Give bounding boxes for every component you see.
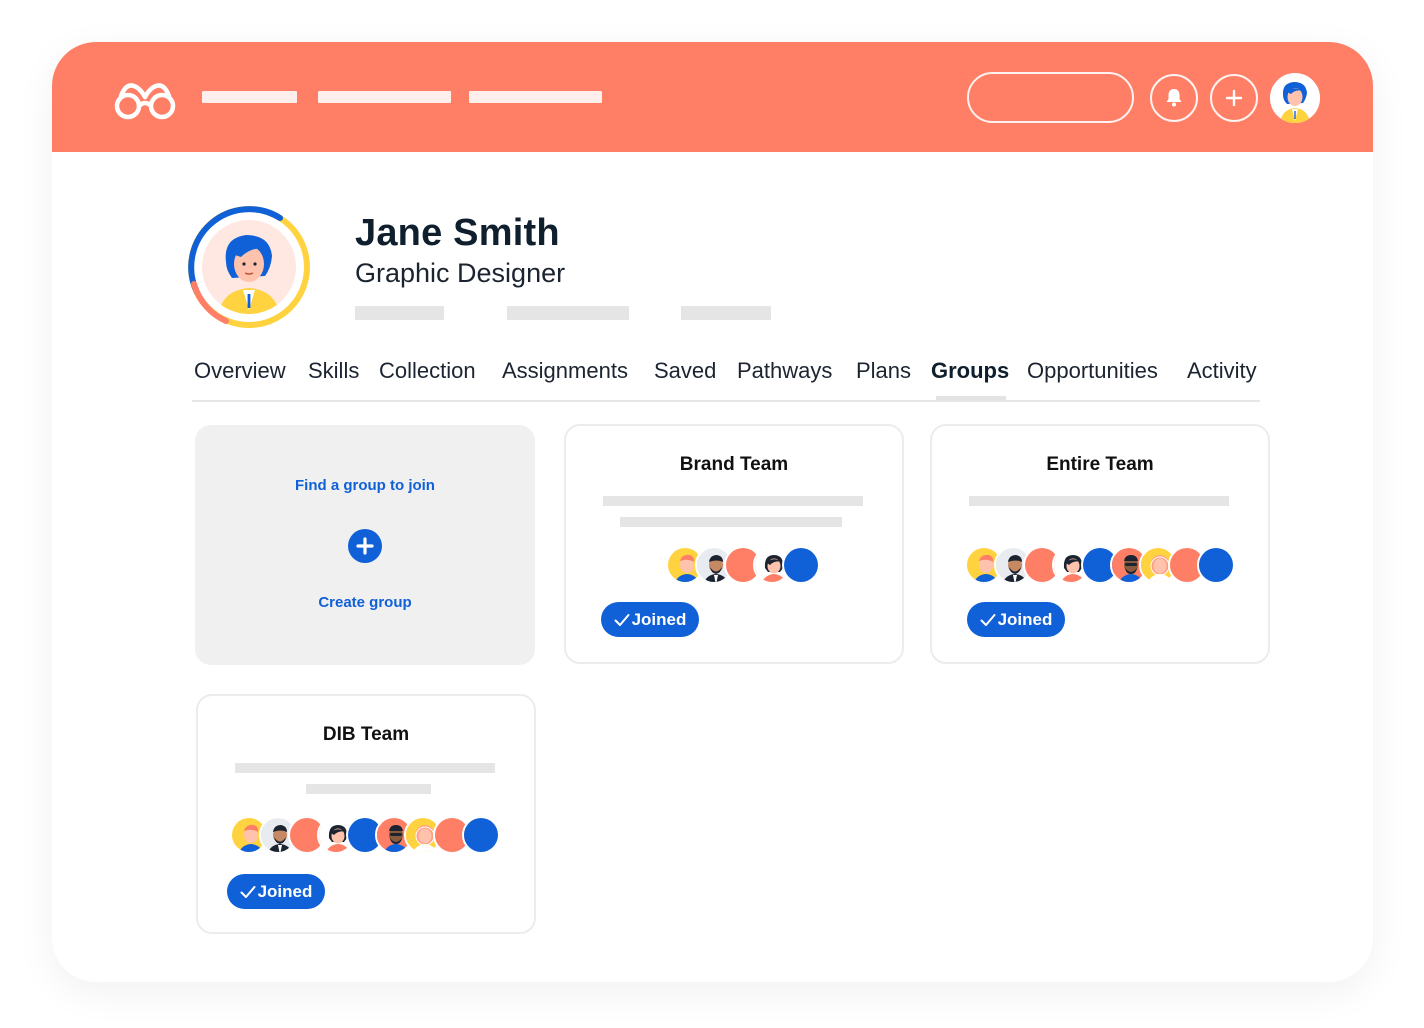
notifications-button[interactable] xyxy=(1150,74,1198,122)
create-group-link[interactable]: Create group xyxy=(195,594,535,611)
profile-name: Jane Smith xyxy=(355,212,560,254)
check-icon xyxy=(240,885,256,898)
user-avatar-icon xyxy=(1270,73,1320,123)
profile-meta-placeholder-3 xyxy=(681,306,771,320)
tab-overview[interactable]: Overview xyxy=(194,358,286,384)
group-title: Brand Team xyxy=(679,454,789,475)
glasses-logo-icon[interactable] xyxy=(112,77,178,121)
profile-avatar[interactable] xyxy=(186,204,312,330)
tab-opportunities[interactable]: Opportunities xyxy=(1027,358,1158,384)
tab-collection[interactable]: Collection xyxy=(379,358,476,384)
user-avatar-button[interactable] xyxy=(1270,73,1320,123)
tab-skills[interactable]: Skills xyxy=(308,358,359,384)
joined-button[interactable]: Joined xyxy=(601,602,699,637)
member-avatar[interactable] xyxy=(782,546,820,584)
check-icon xyxy=(980,613,996,626)
nav-link-placeholder-1[interactable] xyxy=(202,91,297,103)
tab-plans[interactable]: Plans xyxy=(856,358,911,384)
nav-link-placeholder-2[interactable] xyxy=(318,91,451,103)
tab-groups[interactable]: Groups xyxy=(931,358,1009,384)
tab-pathways[interactable]: Pathways xyxy=(737,358,832,384)
group-description-placeholder xyxy=(306,784,431,794)
create-group-button[interactable] xyxy=(348,529,382,563)
check-icon xyxy=(614,613,630,626)
tab-assignments[interactable]: Assignments xyxy=(502,358,628,384)
group-card-entire-team[interactable]: Entire Team Joined xyxy=(930,424,1270,664)
group-title: Entire Team xyxy=(1046,454,1154,475)
joined-button[interactable]: Joined xyxy=(227,874,325,909)
profile-meta-placeholder-2 xyxy=(507,306,629,320)
tab-saved[interactable]: Saved xyxy=(654,358,716,384)
add-button[interactable] xyxy=(1210,74,1258,122)
find-group-card: Find a group to join Create group xyxy=(195,425,535,665)
tab-activity[interactable]: Activity xyxy=(1187,358,1257,384)
find-group-link[interactable]: Find a group to join xyxy=(195,477,535,494)
joined-label: Joined xyxy=(997,609,1053,629)
group-description-placeholder xyxy=(969,496,1229,506)
plus-icon xyxy=(1225,89,1243,107)
member-avatar[interactable] xyxy=(1197,546,1235,584)
joined-button[interactable]: Joined xyxy=(967,602,1065,637)
bell-icon xyxy=(1166,89,1182,107)
nav-link-placeholder-3[interactable] xyxy=(469,91,602,103)
group-title: DIB Team xyxy=(322,724,410,745)
top-navigation-bar xyxy=(52,42,1373,152)
group-card-brand-team[interactable]: Brand Team Joined xyxy=(564,424,904,664)
profile-title: Graphic Designer xyxy=(355,258,566,288)
active-tab-indicator xyxy=(936,396,1006,400)
group-card-dib-team[interactable]: DIB Team Joined xyxy=(196,694,536,934)
profile-meta-placeholder-1 xyxy=(355,306,444,320)
joined-label: Joined xyxy=(631,609,687,629)
member-avatar[interactable] xyxy=(462,816,500,854)
group-description-placeholder xyxy=(235,763,495,773)
group-description-placeholder xyxy=(603,496,863,506)
group-description-placeholder xyxy=(620,517,842,527)
profile-tabs: Overview Skills Collection Assignments S… xyxy=(192,356,1260,402)
joined-label: Joined xyxy=(257,881,313,901)
plus-icon xyxy=(356,537,374,555)
app-window: Jane Smith Graphic Designer Overview Ski… xyxy=(52,42,1373,982)
search-input[interactable] xyxy=(967,72,1134,123)
